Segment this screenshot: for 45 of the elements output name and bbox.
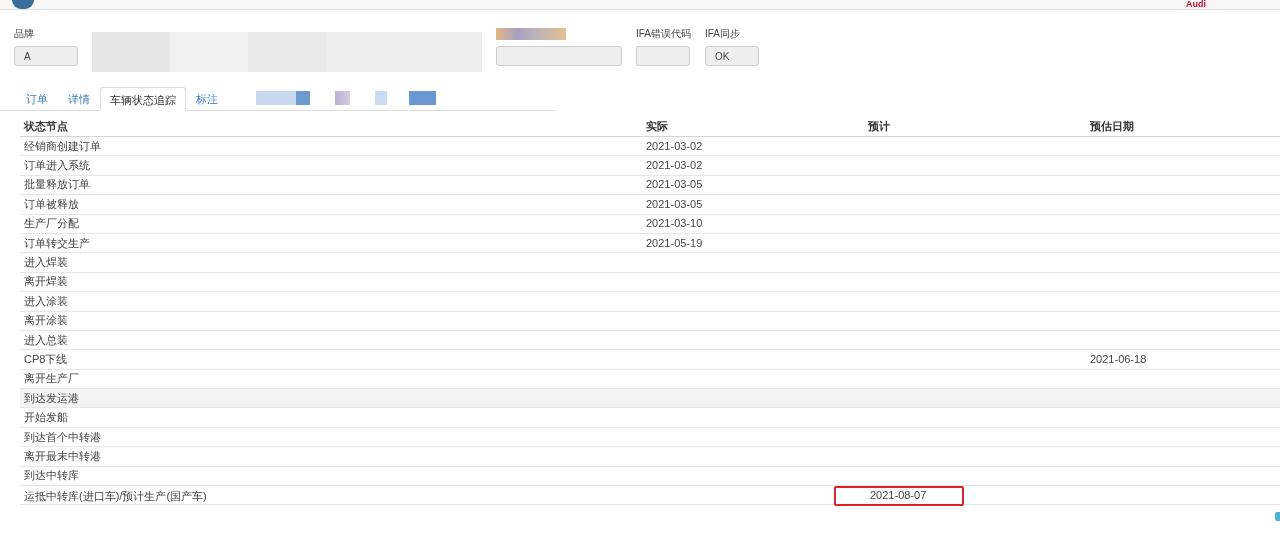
field-label: 品牌 bbox=[14, 28, 35, 40]
input-field[interactable] bbox=[496, 46, 622, 66]
table-cell: 到达首个中转港 bbox=[24, 430, 101, 443]
table-cell: 离开最末中转港 bbox=[24, 449, 101, 462]
table-cell: 生产厂分配 bbox=[24, 217, 79, 230]
table-cell: 经销商创建订单 bbox=[24, 139, 101, 152]
input-field[interactable] bbox=[636, 46, 690, 66]
table-cell: CP8下线 bbox=[24, 353, 68, 365]
logo-icon bbox=[12, 0, 34, 9]
column-header: 状态节点 bbox=[22, 120, 69, 133]
table-cell: 进入总装 bbox=[24, 333, 68, 346]
table-cell: 订单转交生产 bbox=[24, 236, 90, 249]
table-cell: 进入涂装 bbox=[24, 294, 68, 307]
table-cell: 批量释放订单 bbox=[24, 178, 90, 191]
table-cell: 订单被释放 bbox=[24, 197, 79, 210]
table-cell: 进入焊装 bbox=[24, 256, 68, 269]
table-cell: 离开焊装 bbox=[24, 275, 68, 288]
table-cell: 到达发运港 bbox=[24, 391, 79, 404]
table-cell: 运抵中转库(进口车)/预计生产(国产车) bbox=[24, 489, 207, 502]
table-cell: 离开涂装 bbox=[24, 314, 68, 327]
table-cell: 2021-03-05 bbox=[646, 178, 703, 191]
tab[interactable]: 订单 bbox=[16, 86, 58, 110]
table-cell: 开始发船 bbox=[24, 411, 68, 424]
table-cell: 订单进入系统 bbox=[24, 159, 90, 172]
tab[interactable]: 标注 bbox=[186, 86, 228, 110]
table-cell: 到达中转库 bbox=[24, 469, 79, 482]
tab[interactable]: 详情 bbox=[58, 86, 100, 110]
input-field[interactable]: A bbox=[14, 46, 78, 66]
redacted-label bbox=[496, 28, 566, 40]
brand-name: Audi bbox=[1186, 0, 1206, 9]
table-cell: 2021-05-19 bbox=[646, 236, 703, 249]
table-cell: 2021-03-10 bbox=[646, 217, 703, 230]
input-field[interactable]: OK bbox=[705, 46, 759, 66]
table-cell: 2021-03-05 bbox=[646, 197, 703, 210]
table-cell: 2021-03-02 bbox=[646, 159, 703, 172]
field-label: IFA同步 bbox=[705, 28, 742, 40]
table-cell: 离开生产厂 bbox=[24, 372, 79, 385]
column-header: 实际 bbox=[645, 120, 669, 133]
column-header: 预计 bbox=[867, 120, 891, 133]
table-cell: 2021-03-02 bbox=[646, 139, 703, 152]
field-label: IFA错误代码 bbox=[636, 28, 691, 40]
tab[interactable]: 车辆状态追踪 bbox=[100, 86, 186, 111]
column-header: 预估日期 bbox=[1089, 120, 1135, 133]
table-cell: 2021-06-18 bbox=[1090, 353, 1147, 365]
highlighted-cell: 2021-08-07 bbox=[834, 486, 964, 507]
